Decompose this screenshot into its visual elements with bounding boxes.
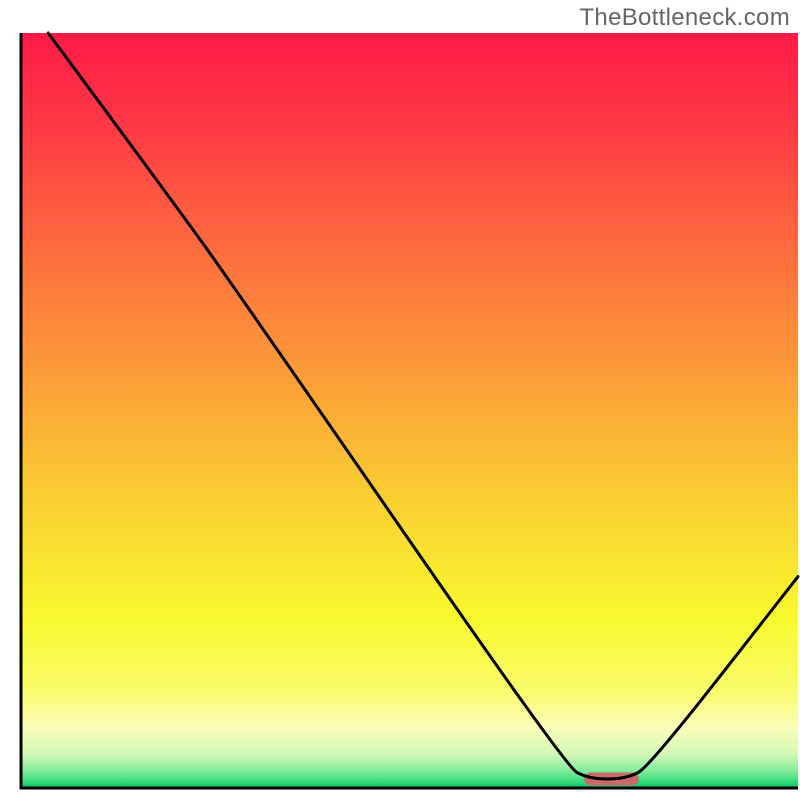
watermark-label: TheBottleneck.com bbox=[579, 4, 790, 32]
chart-container: TheBottleneck.com bbox=[0, 0, 800, 800]
gradient-background bbox=[21, 33, 798, 788]
bottleneck-chart bbox=[0, 0, 800, 800]
